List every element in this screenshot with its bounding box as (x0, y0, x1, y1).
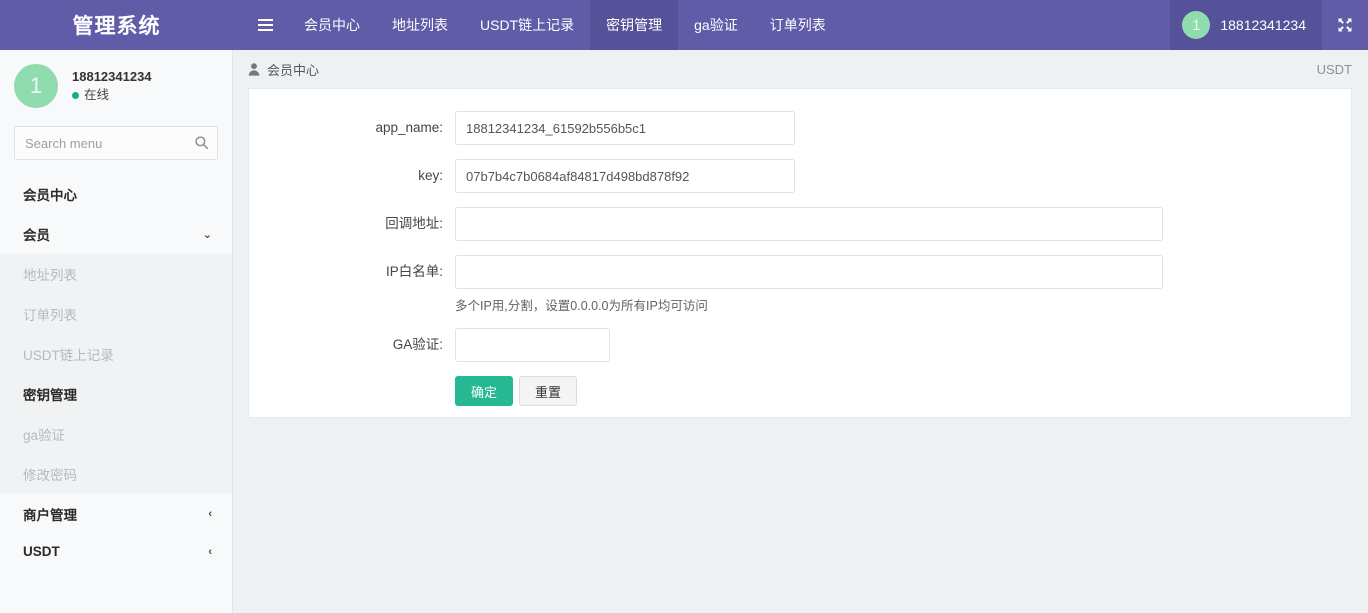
form-input[interactable] (455, 159, 795, 193)
sidebar-item[interactable]: USDT链上记录 (0, 334, 232, 374)
reset-button[interactable]: 重置 (519, 376, 577, 406)
form-row: key: (249, 159, 1351, 193)
form-input[interactable] (455, 111, 795, 145)
sidebar-item[interactable]: 地址列表 (0, 254, 232, 294)
form-actions-row: 确定 重置 (249, 376, 1351, 406)
top-navigation: 会员中心地址列表USDT链上记录密钥管理ga验证订单列表 (233, 0, 1170, 50)
form-hint: 多个IP用,分割，设置0.0.0.0为所有IP均可访问 (455, 295, 1351, 314)
sidebar-item[interactable]: ga验证 (0, 414, 232, 454)
top-header-right: 1 18812341234 (1170, 0, 1368, 50)
sidebar-item[interactable]: 会员 ⌄ (0, 214, 232, 254)
sidebar-item[interactable]: 商户管理 ‹ (0, 494, 232, 534)
form-buttons: 确定 重置 (455, 376, 1351, 406)
search-input[interactable] (14, 126, 218, 160)
form-input[interactable] (455, 255, 1163, 289)
form-label: key: (249, 159, 455, 193)
breadcrumb-label: 会员中心 (267, 60, 319, 79)
sidebar-item-label: 商户管理 (23, 504, 77, 524)
app-brand-title: 管理系统 (0, 0, 233, 50)
online-status-label: 在线 (84, 86, 109, 104)
top-header-bar: 管理系统 会员中心地址列表USDT链上记录密钥管理ga验证订单列表 1 1881… (0, 0, 1368, 50)
form-label: 回调地址: (249, 207, 455, 241)
chevron-left-icon: ‹ (208, 508, 212, 520)
form-input[interactable] (455, 207, 1163, 241)
sidebar-item-label: 订单列表 (23, 304, 77, 324)
sidebar-item[interactable]: USDT ‹ (0, 534, 232, 569)
form-input[interactable] (455, 328, 610, 362)
top-nav-item[interactable]: 会员中心 (288, 0, 376, 50)
top-nav-item[interactable]: USDT链上记录 (464, 0, 590, 50)
hamburger-icon[interactable] (243, 0, 288, 50)
user-icon (248, 63, 260, 76)
sidebar-item-label: ga验证 (23, 424, 65, 444)
sidebar-search (14, 126, 218, 160)
sidebar-status: 在线 (72, 86, 152, 104)
form-row: 回调地址: (249, 207, 1351, 241)
sidebar-item-label: 密钥管理 (23, 384, 77, 404)
sidebar-menu: 会员中心会员 ⌄ 地址列表订单列表 USDT链上记录密钥管理 ga验证修改密码商户管理 ‹… (0, 174, 232, 569)
sidebar-item[interactable]: 订单列表 (0, 294, 232, 334)
sidebar-profile: 1 18812341234 在线 (0, 50, 232, 120)
sidebar-item[interactable]: 修改密码 (0, 454, 232, 494)
chevron-left-icon: ‹ (208, 546, 212, 558)
sidebar-item-label: 会员 (23, 224, 50, 244)
form-row: IP白名单:多个IP用,分割，设置0.0.0.0为所有IP均可访问 (249, 255, 1351, 314)
form-row: app_name: (249, 111, 1351, 145)
hamburger-bar (258, 19, 273, 21)
sidebar: 1 18812341234 在线 会员中心会员 ⌄ 地址列表订单列表 USDT链上记录… (0, 50, 233, 613)
form-row: GA验证: (249, 328, 1351, 362)
breadcrumb-bar: 会员中心 USDT (233, 50, 1368, 88)
form-panel: app_name: key: 回调地址: IP白名单:多个IP用,分割，设置0.0.0… (248, 88, 1352, 418)
form-label: IP白名单: (249, 255, 455, 289)
avatar: 1 (1182, 11, 1210, 39)
sidebar-item-label: USDT (23, 544, 60, 559)
search-icon[interactable] (194, 135, 209, 150)
fullscreen-icon[interactable] (1322, 0, 1368, 50)
form-label: app_name: (249, 111, 455, 145)
submit-button[interactable]: 确定 (455, 376, 513, 406)
header-username: 18812341234 (1220, 17, 1306, 33)
sidebar-item-label: 会员中心 (23, 184, 77, 204)
main-content: 会员中心 USDT app_name: key: 回调地址: IP白名单:多个IP用,… (233, 50, 1368, 613)
sidebar-item-label: USDT链上记录 (23, 344, 114, 364)
avatar: 1 (14, 64, 58, 108)
hamburger-bar (258, 29, 273, 31)
hamburger-bar (258, 24, 273, 26)
sidebar-item[interactable]: 会员中心 (0, 174, 232, 214)
sidebar-item-label: 地址列表 (23, 264, 77, 284)
header-user-menu[interactable]: 1 18812341234 (1170, 0, 1322, 50)
top-nav-item[interactable]: 订单列表 (754, 0, 842, 50)
top-nav-item[interactable]: 密钥管理 (590, 0, 678, 50)
top-nav-item[interactable]: 地址列表 (376, 0, 464, 50)
sidebar-username: 18812341234 (72, 68, 152, 86)
content-right-label: USDT (1317, 62, 1352, 77)
breadcrumb[interactable]: 会员中心 (248, 60, 319, 79)
sidebar-item-label: 修改密码 (23, 464, 77, 484)
sidebar-profile-info: 18812341234 在线 (72, 68, 152, 104)
top-nav-items: 会员中心地址列表USDT链上记录密钥管理ga验证订单列表 (288, 0, 842, 50)
key-management-form: app_name: key: 回调地址: IP白名单:多个IP用,分割，设置0.0.0… (249, 111, 1351, 362)
top-nav-item[interactable]: ga验证 (678, 0, 754, 50)
chevron-down-icon: ⌄ (203, 228, 212, 241)
online-status-dot (72, 92, 79, 99)
form-label: GA验证: (249, 328, 455, 362)
sidebar-item[interactable]: 密钥管理 (0, 374, 232, 414)
